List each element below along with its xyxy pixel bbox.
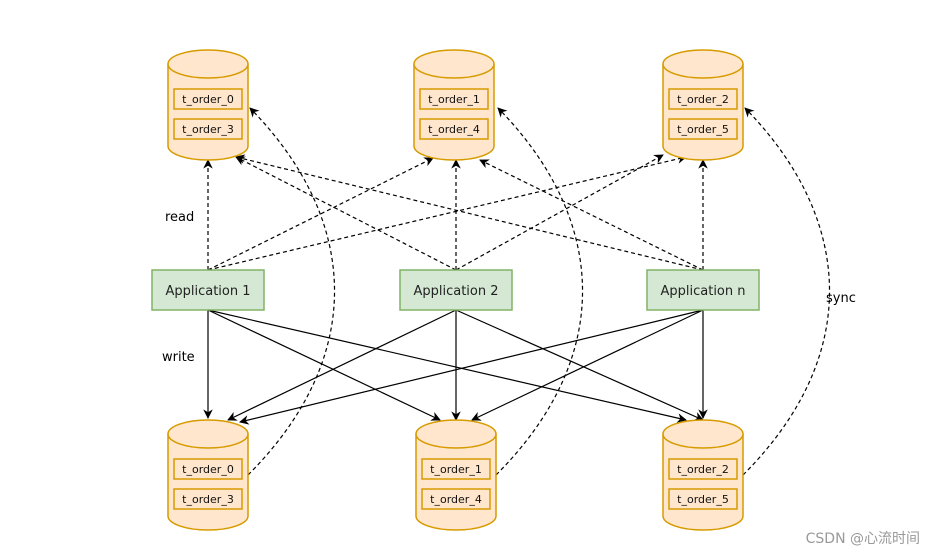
write-edge <box>227 309 457 421</box>
table-name: t_order_1 <box>428 93 480 106</box>
write-label: write <box>162 350 195 365</box>
read-edge <box>235 154 704 271</box>
bottom-db-3[interactable]: t_order_2 t_order_5 <box>662 419 744 531</box>
application-2[interactable]: Application 2 <box>399 269 513 311</box>
application-3[interactable]: Application n <box>646 269 760 311</box>
table-name: t_order_3 <box>182 493 234 506</box>
read-edge <box>207 154 687 271</box>
table-name: t_order_5 <box>677 493 729 506</box>
table-name: t_order_0 <box>182 93 234 106</box>
application-label: Application 1 <box>165 284 250 299</box>
bottom-db-2[interactable]: t_order_1 t_order_4 <box>415 419 497 531</box>
application-1[interactable]: Application 1 <box>151 269 265 311</box>
bottom-db-1[interactable]: t_order_0 t_order_3 <box>167 419 249 531</box>
table-name: t_order_4 <box>428 123 480 136</box>
sync-label: sync <box>826 291 856 306</box>
write-edge <box>455 309 704 421</box>
write-edge <box>239 309 704 425</box>
top-db-2[interactable]: t_order_1 t_order_4 <box>413 49 495 161</box>
write-edge <box>207 309 687 423</box>
table-name: t_order_4 <box>430 493 482 506</box>
table-name: t_order_2 <box>677 463 729 476</box>
table-name: t_order_2 <box>677 93 729 106</box>
application-label: Application n <box>660 284 745 299</box>
table-name: t_order_0 <box>182 463 234 476</box>
read-label: read <box>165 210 194 225</box>
table-name: t_order_1 <box>430 463 482 476</box>
write-edge <box>471 309 704 421</box>
top-db-3[interactable]: t_order_2 t_order_5 <box>662 49 744 161</box>
diagram: t_order_0 t_order_3 t_order_1 t_order_4 t_or… <box>0 0 934 556</box>
write-edge <box>207 309 441 421</box>
watermark: CSDN @心流时间 <box>805 531 920 547</box>
read-edge <box>235 156 457 271</box>
application-label: Application 2 <box>413 284 498 299</box>
table-name: t_order_3 <box>182 123 234 136</box>
top-db-1[interactable]: t_order_0 t_order_3 <box>167 49 249 161</box>
table-name: t_order_5 <box>677 123 729 136</box>
diagram-canvas: t_order_0t_order_3t_order_1t_order_4t_or… <box>151 49 856 531</box>
read-edge <box>479 159 704 271</box>
